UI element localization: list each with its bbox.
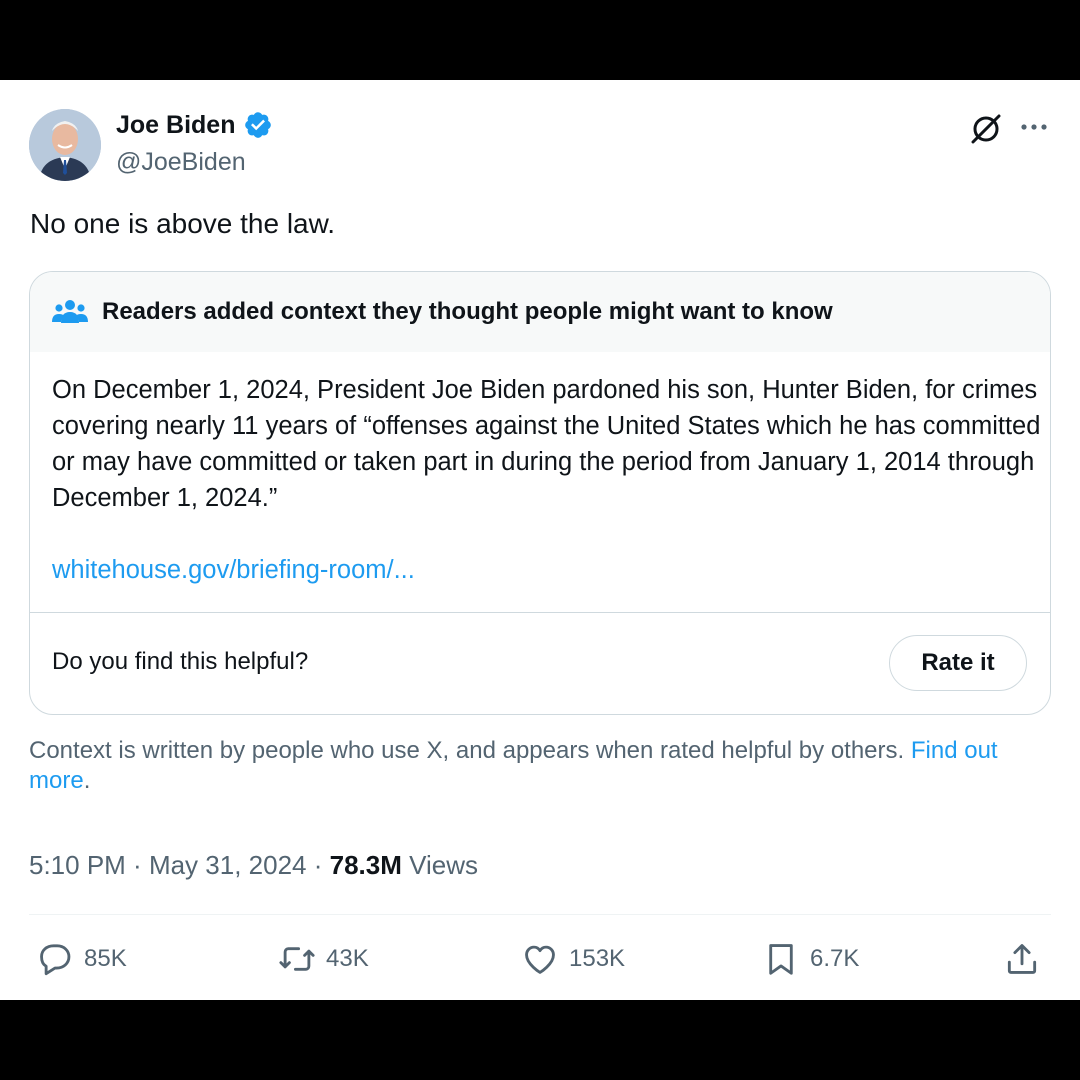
grok-icon[interactable]	[968, 111, 1004, 147]
share-icon	[1007, 944, 1037, 974]
community-note-body: On December 1, 2024, President Joe Biden…	[52, 376, 1041, 512]
repost-count: 43K	[326, 945, 369, 972]
repost-button[interactable]: 43K	[278, 938, 369, 980]
divider	[30, 612, 1050, 613]
rate-it-button[interactable]: Rate it	[889, 635, 1027, 691]
heart-icon	[525, 945, 555, 974]
tweet-date[interactable]: May 31, 2024	[149, 850, 307, 880]
author-handle[interactable]: @JoeBiden	[116, 148, 246, 177]
community-note-title: Readers added context they thought peopl…	[102, 298, 833, 325]
author-name[interactable]: Joe Biden	[116, 111, 235, 140]
community-note-header: Readers added context they thought peopl…	[30, 272, 1050, 352]
context-disclaimer-text: Context is written by people who use X, …	[29, 737, 905, 764]
bookmark-icon	[769, 944, 793, 975]
reply-button[interactable]: 85K	[36, 938, 127, 980]
verified-badge-icon	[243, 110, 273, 140]
helpful-question: Do you find this helpful?	[52, 648, 309, 675]
divider	[29, 914, 1051, 915]
share-button[interactable]	[1003, 938, 1041, 980]
tweet-meta: 5:10 PM · May 31, 2024 · 78.3M Views	[29, 850, 478, 881]
like-button[interactable]: 153K	[521, 938, 625, 980]
views-label: Views	[409, 850, 478, 880]
like-count: 153K	[569, 945, 626, 972]
author-name-row[interactable]: Joe Biden	[116, 110, 273, 140]
more-options-icon[interactable]	[1016, 111, 1052, 143]
bookmark-button[interactable]: 6.7K	[762, 938, 859, 980]
views-count: 78.3M	[329, 850, 402, 880]
reply-icon	[40, 944, 71, 976]
community-note-link[interactable]: whitehouse.gov/briefing-room/...	[52, 556, 415, 585]
community-note: Readers added context they thought peopl…	[29, 271, 1051, 715]
bookmark-count: 6.7K	[810, 945, 860, 972]
meta-separator: ·	[306, 850, 330, 880]
tweet-text: No one is above the law.	[30, 208, 336, 239]
avatar[interactable]	[29, 109, 101, 181]
tweet-time[interactable]: 5:10 PM	[29, 850, 126, 880]
people-icon	[52, 297, 88, 327]
context-disclaimer-period: .	[83, 767, 91, 794]
meta-separator: ·	[125, 850, 149, 880]
repost-icon	[279, 947, 315, 971]
context-disclaimer: Context is written by people who use X, …	[29, 736, 1029, 796]
reply-count: 85K	[84, 945, 127, 972]
